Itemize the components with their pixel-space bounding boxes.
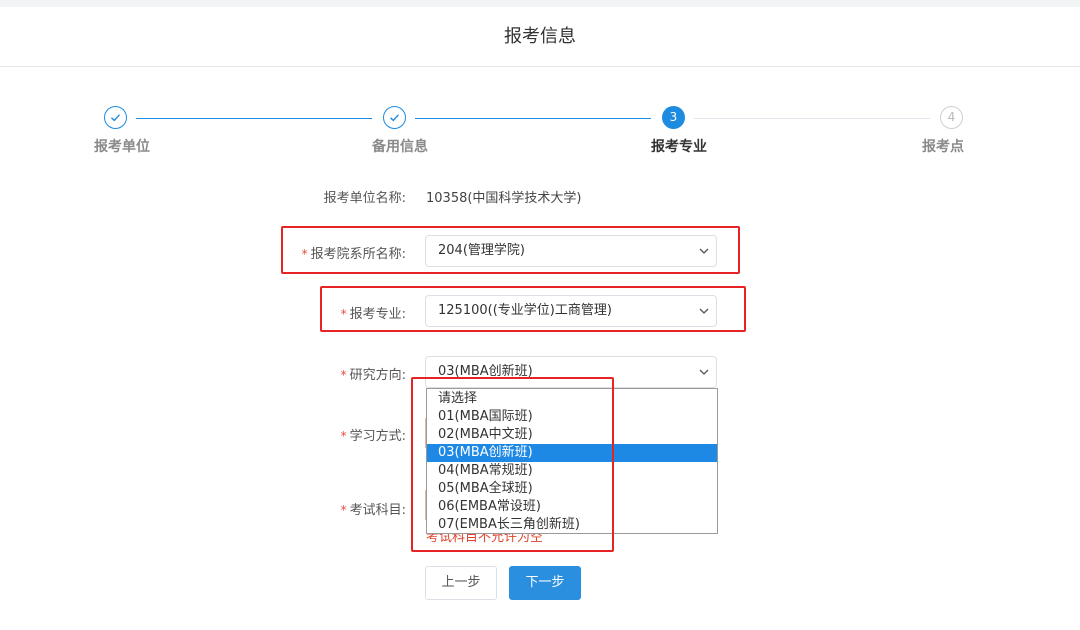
major-label: * 报考专业: (260, 303, 406, 322)
direction-label: * 研究方向: (260, 364, 406, 383)
next-step-button[interactable]: 下一步 (509, 566, 581, 600)
page-title: 报考信息 (0, 7, 1080, 67)
step-3-label: 报考专业 (651, 139, 707, 155)
major-select[interactable]: 125100((专业学位)工商管理) (425, 295, 717, 327)
department-select-value: 204(管理学院) (438, 243, 525, 258)
unit-value: 10358(中国科学技术大学) (426, 191, 582, 206)
exam-subjects-label: * 考试科目: (260, 499, 406, 518)
step-3-number: 3 (662, 106, 685, 129)
step-1-label: 报考单位 (94, 139, 150, 155)
step-2-label: 备用信息 (372, 139, 428, 155)
study-mode-label-text: 学习方式: (349, 429, 406, 444)
step-connector-3 (694, 118, 930, 119)
chevron-down-icon (699, 369, 709, 375)
major-select-value: 125100((专业学位)工商管理) (438, 303, 612, 318)
required-mark: * (340, 368, 347, 382)
direction-label-text: 研究方向: (349, 368, 406, 383)
required-mark: * (301, 247, 308, 261)
step-connector-2 (415, 118, 651, 119)
prev-step-button[interactable]: 上一步 (425, 566, 497, 600)
department-label: * 报考院系所名称: (260, 243, 406, 262)
dropdown-highlight-box (411, 377, 614, 552)
exam-subjects-label-text: 考试科目: (349, 503, 406, 518)
major-label-text: 报考专业: (349, 307, 406, 322)
step-connector-1 (136, 118, 372, 119)
step-4-number: 4 (940, 106, 963, 129)
unit-label: 报考单位名称: (323, 191, 406, 206)
required-mark: * (340, 307, 347, 321)
department-select[interactable]: 204(管理学院) (425, 235, 717, 267)
required-mark: * (340, 503, 347, 517)
chevron-down-icon (699, 248, 709, 254)
step-1-check-icon (104, 106, 127, 129)
chevron-down-icon (699, 308, 709, 314)
department-label-text: 报考院系所名称: (310, 247, 406, 262)
study-mode-label: * 学习方式: (260, 425, 406, 444)
step-2-check-icon (383, 106, 406, 129)
required-mark: * (340, 429, 347, 443)
top-strip (0, 0, 1080, 7)
step-4-label: 报考点 (922, 139, 964, 155)
